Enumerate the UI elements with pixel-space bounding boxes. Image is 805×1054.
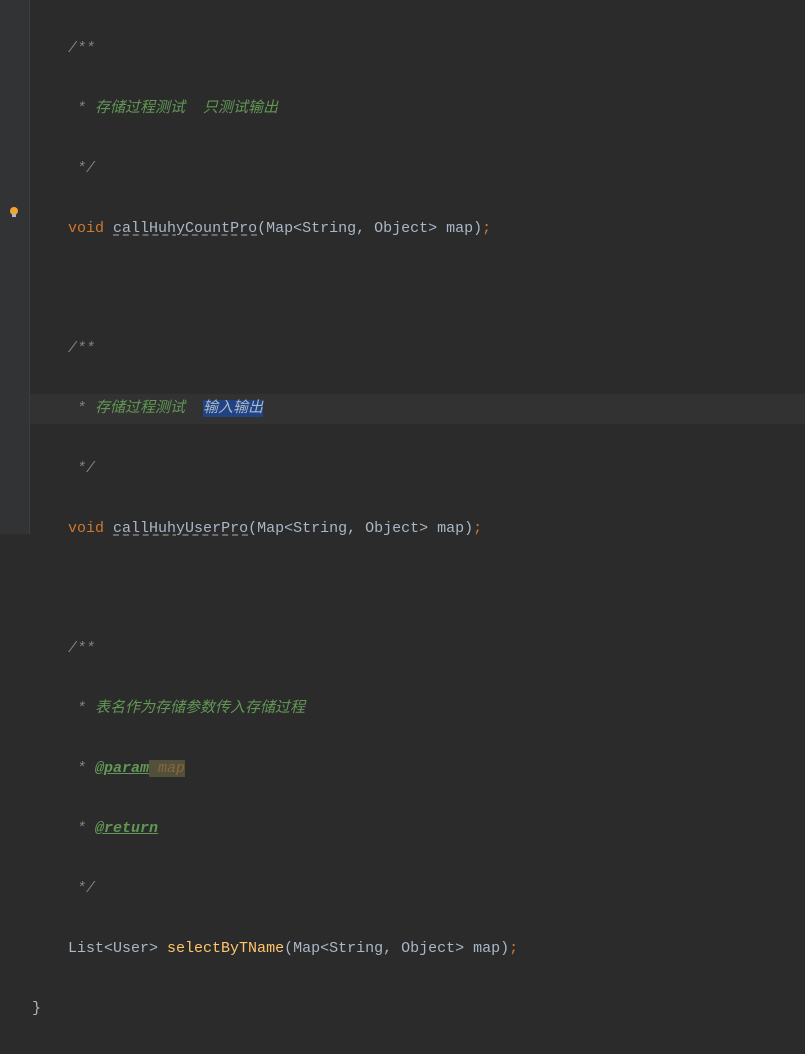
javadoc-prefix: * bbox=[68, 820, 95, 837]
method-name: callHuhyCountPro bbox=[113, 220, 257, 237]
keyword-void: void bbox=[68, 520, 104, 537]
javadoc-start: /** bbox=[68, 340, 95, 357]
javadoc-prefix: * bbox=[68, 700, 95, 717]
javadoc-text: 表名作为存储参数传入存储过程 bbox=[95, 700, 305, 717]
code-line: * 存储过程测试 只测试输出 bbox=[32, 94, 805, 124]
code-line: /** bbox=[32, 34, 805, 64]
keyword-void: void bbox=[68, 220, 104, 237]
semicolon: ; bbox=[509, 940, 518, 957]
closing-brace: } bbox=[32, 1000, 41, 1017]
code-line: void callHuhyUserPro(Map<String, Object>… bbox=[32, 514, 805, 544]
javadoc-param-tag: @param bbox=[95, 760, 149, 777]
javadoc-end: */ bbox=[68, 460, 95, 477]
code-line: */ bbox=[32, 454, 805, 484]
javadoc-text: 存储过程测试 只测试输出 bbox=[95, 100, 278, 117]
return-type: List<User> bbox=[68, 940, 158, 957]
javadoc-end: */ bbox=[68, 160, 95, 177]
code-editor[interactable]: /** * 存储过程测试 只测试输出 */ void callHuhyCount… bbox=[0, 0, 805, 1054]
javadoc-return-tag: @return bbox=[95, 820, 158, 837]
editor-gutter bbox=[0, 0, 30, 534]
code-line-current: * 存储过程测试 输入输出 bbox=[0, 394, 805, 424]
method-name: selectByTName bbox=[167, 940, 284, 957]
code-line: /** bbox=[32, 334, 805, 364]
javadoc-prefix: * bbox=[68, 100, 95, 117]
semicolon: ; bbox=[473, 520, 482, 537]
semicolon: ; bbox=[482, 220, 491, 237]
javadoc-text: 存储过程测试 bbox=[95, 400, 203, 417]
code-line: */ bbox=[32, 874, 805, 904]
method-name: callHuhyUserPro bbox=[113, 520, 248, 537]
code-line: * 表名作为存储参数传入存储过程 bbox=[32, 694, 805, 724]
javadoc-end: */ bbox=[68, 880, 95, 897]
code-line: List<User> selectByTName(Map<String, Obj… bbox=[32, 934, 805, 964]
code-line bbox=[32, 574, 805, 604]
javadoc-prefix: * bbox=[68, 760, 95, 777]
selected-text: 输入输出 bbox=[203, 400, 263, 417]
intention-bulb-icon[interactable] bbox=[7, 205, 21, 219]
code-line: * @return bbox=[32, 814, 805, 844]
method-params: (Map<String, Object> map) bbox=[284, 940, 509, 957]
javadoc-param-name: map bbox=[149, 760, 185, 777]
javadoc-start: /** bbox=[68, 40, 95, 57]
code-line: /** bbox=[32, 634, 805, 664]
code-line: */ bbox=[32, 154, 805, 184]
method-params: (Map<String, Object> map) bbox=[248, 520, 473, 537]
code-line bbox=[32, 274, 805, 304]
javadoc-prefix: * bbox=[68, 400, 95, 417]
code-line: void callHuhyCountPro(Map<String, Object… bbox=[32, 214, 805, 244]
code-line: } bbox=[32, 994, 805, 1024]
javadoc-start: /** bbox=[68, 640, 95, 657]
method-params: (Map<String, Object> map) bbox=[257, 220, 482, 237]
code-line: * @param map bbox=[32, 754, 805, 784]
